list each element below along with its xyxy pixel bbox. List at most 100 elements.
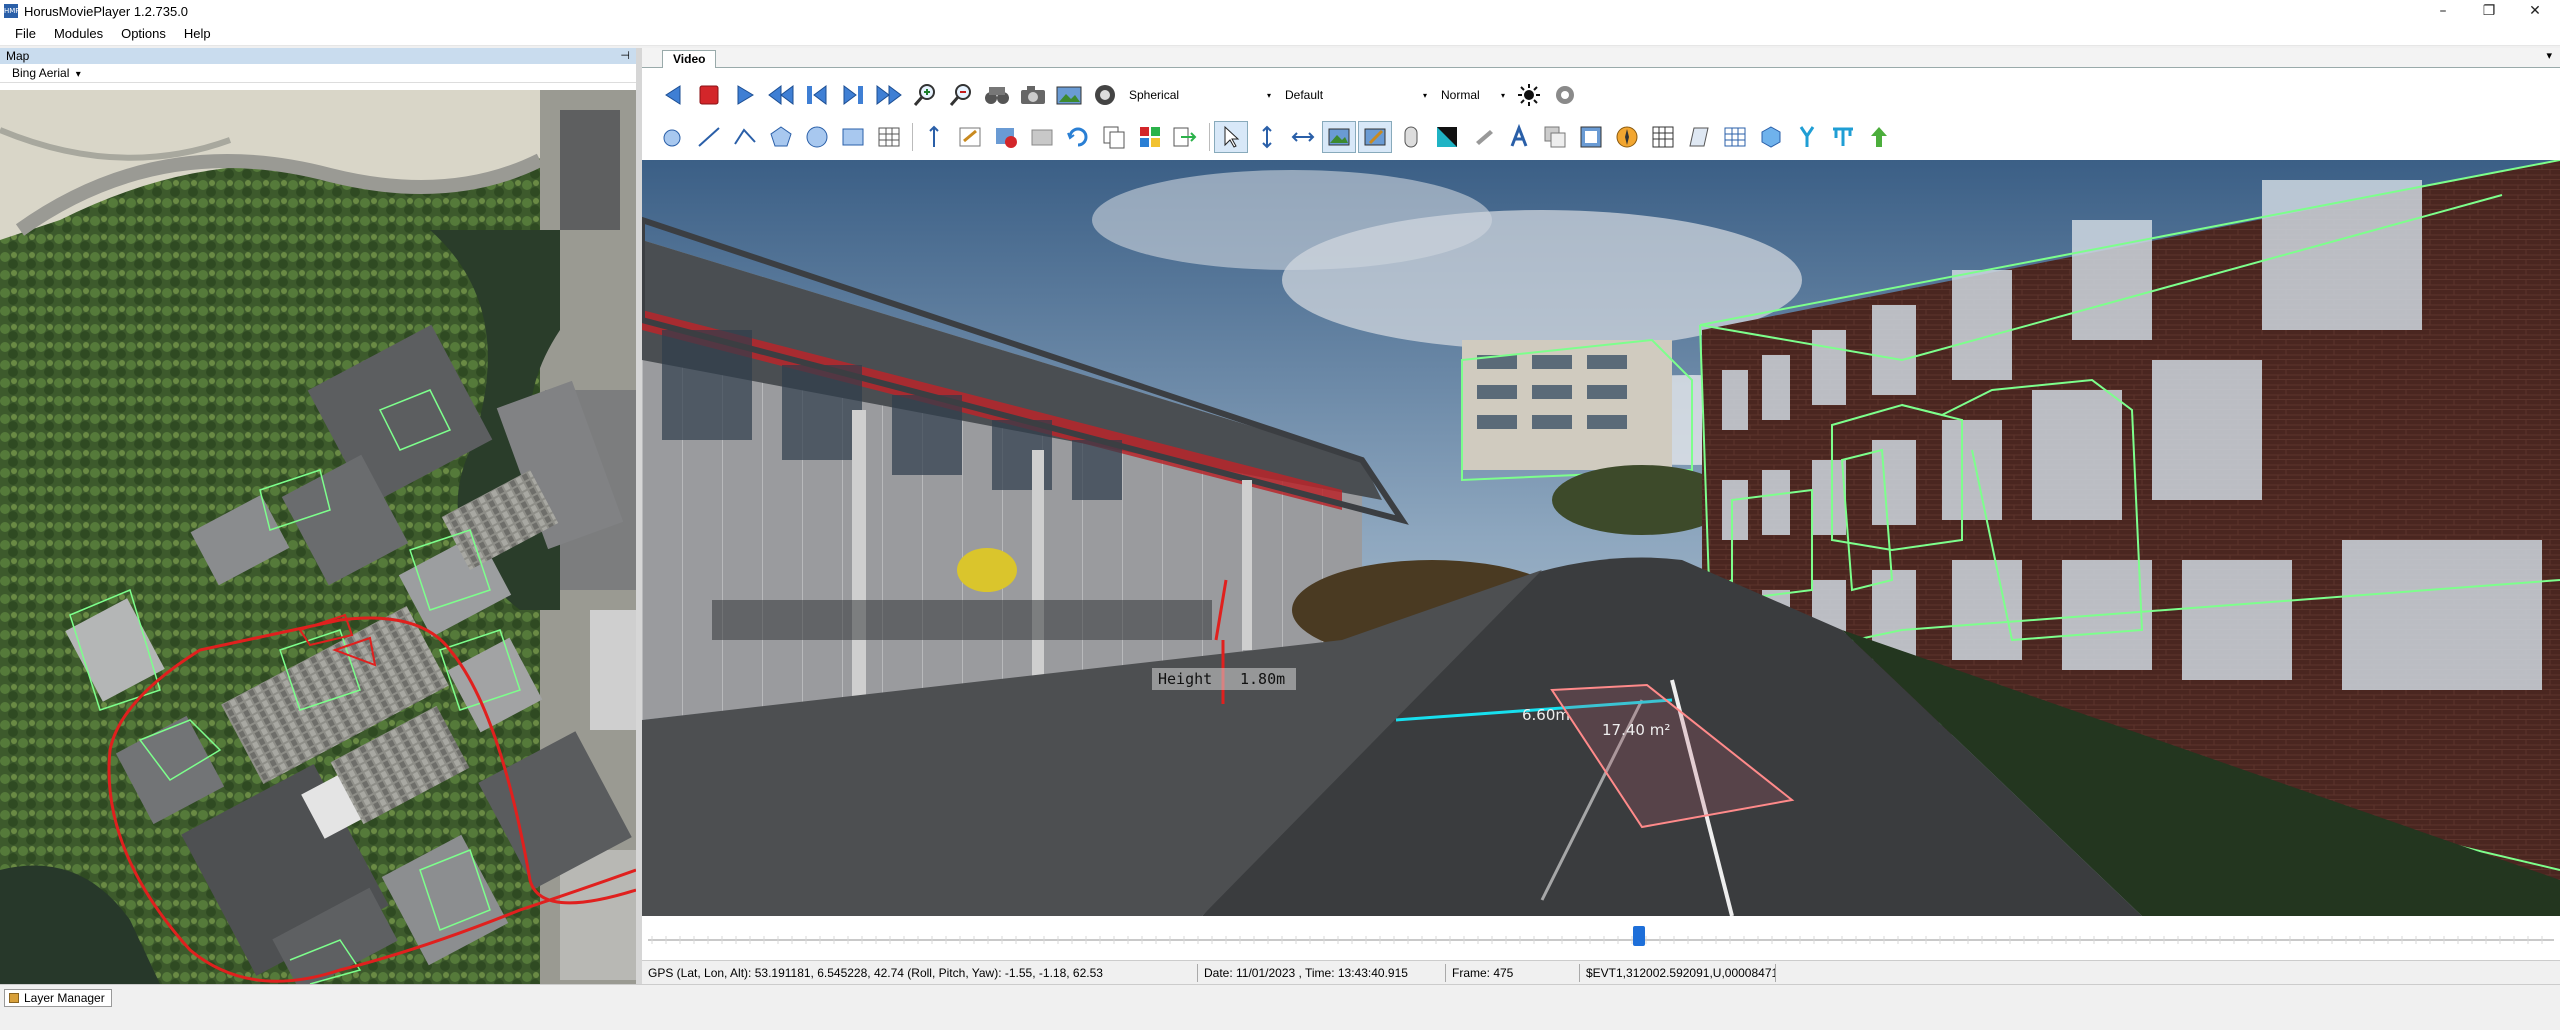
tab-video[interactable]: Video — [662, 50, 717, 68]
height-value: 1.80m — [1240, 670, 1285, 688]
menu-bar: File Modules Options Help — [0, 22, 2560, 46]
zoom-out-icon[interactable] — [944, 79, 978, 111]
edit-icon[interactable] — [953, 121, 987, 153]
polyline-tool-icon[interactable] — [728, 121, 762, 153]
compass-icon[interactable] — [1610, 121, 1644, 153]
stop-icon[interactable] — [692, 79, 726, 111]
maximize-button[interactable]: ❐ — [2466, 0, 2512, 22]
delete-icon[interactable] — [989, 121, 1023, 153]
toolbar-separator — [912, 123, 913, 151]
map-panel: Map ⊣ Bing Aerial ▾ — [0, 48, 636, 984]
map-layer-value: Bing Aerial — [12, 66, 70, 80]
projection-value: Spherical — [1129, 88, 1180, 102]
close-button[interactable]: ✕ — [2512, 0, 2558, 22]
datetime-status: Date: 11/01/2023 , Time: 13:43:40.915 — [1198, 963, 1446, 982]
nmea-status: $EVT1,312002.592091,U,00008471*2F — [1580, 963, 1776, 982]
measure-bars-icon[interactable] — [1826, 121, 1860, 153]
timeline-track[interactable] — [642, 916, 2560, 960]
copy-icon[interactable] — [1097, 121, 1131, 153]
grid-tool-icon[interactable] — [872, 121, 906, 153]
binoculars-icon[interactable] — [980, 79, 1014, 111]
zoom-in-icon[interactable] — [908, 79, 942, 111]
frame-icon[interactable] — [1574, 121, 1608, 153]
layer-manager-label: Layer Manager — [24, 991, 105, 1005]
text-icon[interactable] — [1502, 121, 1536, 153]
grid-overlay-icon[interactable] — [1646, 121, 1680, 153]
map-panel-title: Map — [6, 49, 30, 63]
reload-icon[interactable] — [1088, 79, 1122, 111]
mode-value: Normal — [1441, 88, 1480, 102]
step-forward-icon[interactable] — [836, 79, 870, 111]
menu-help[interactable]: Help — [175, 22, 220, 46]
screenshot-icon[interactable] — [1052, 79, 1086, 111]
menu-file[interactable]: File — [6, 22, 45, 46]
chevron-down-icon[interactable]: ▾ — [2546, 49, 2552, 62]
previous-icon[interactable] — [656, 79, 690, 111]
image-mode-icon[interactable] — [1322, 121, 1356, 153]
up-arrow-icon[interactable] — [1862, 121, 1896, 153]
cube-icon[interactable] — [1754, 121, 1788, 153]
table-icon[interactable] — [1718, 121, 1752, 153]
chevron-down-icon: ▾ — [75, 69, 81, 80]
select-shape-icon[interactable] — [656, 121, 690, 153]
aerial-map-image — [0, 90, 636, 984]
mouse-icon[interactable] — [1394, 121, 1428, 153]
panorama-frame: Height 1.80m 6.60m 17.40 m² — [642, 160, 2560, 916]
pointer-icon[interactable] — [1214, 121, 1248, 153]
rectangle-tool-icon[interactable] — [836, 121, 870, 153]
video-tabstrip: Video ▾ — [642, 48, 2560, 68]
gps-status: GPS (Lat, Lon, Alt): 53.191181, 6.545228… — [642, 963, 1198, 982]
plane-icon[interactable] — [1682, 121, 1716, 153]
measure-y-icon[interactable] — [1790, 121, 1824, 153]
map-panel-header: Map ⊣ — [0, 48, 636, 64]
height-arrow-icon[interactable] — [917, 121, 951, 153]
refresh-icon[interactable] — [1061, 121, 1095, 153]
eraser-icon[interactable] — [1025, 121, 1059, 153]
mode-select[interactable]: Normal ▾ — [1436, 84, 1510, 106]
layers-color-icon[interactable] — [1133, 121, 1167, 153]
pin-icon[interactable]: ⊣ — [620, 48, 630, 64]
timeline-ticks — [648, 936, 2554, 944]
camera-icon[interactable] — [1016, 79, 1050, 111]
minimize-button[interactable]: – — [2420, 0, 2466, 22]
profile-value: Default — [1285, 88, 1324, 102]
height-label: Height — [1158, 670, 1212, 688]
aerial-map[interactable] — [0, 90, 636, 984]
overlay-icon[interactable] — [1538, 121, 1572, 153]
layers-icon — [9, 993, 19, 1003]
video-panel: Video ▾ Spherical ▾ Default ▾ Normal ▾ H… — [642, 48, 2560, 984]
map-layer-select[interactable]: Bing Aerial ▾ — [0, 64, 636, 83]
line-tool-icon[interactable] — [692, 121, 726, 153]
horizontal-arrow-icon[interactable] — [1286, 121, 1320, 153]
last-frame-icon[interactable] — [872, 79, 906, 111]
profile-select[interactable]: Default ▾ — [1280, 84, 1432, 106]
bottom-dock: Layer Manager — [0, 984, 2560, 1030]
play-icon[interactable] — [728, 79, 762, 111]
export-icon[interactable] — [1169, 121, 1203, 153]
projection-select[interactable]: Spherical ▾ — [1124, 84, 1276, 106]
chevron-down-icon: ▾ — [1500, 90, 1505, 100]
status-bar: GPS (Lat, Lon, Alt): 53.191181, 6.545228… — [642, 960, 2560, 984]
chevron-down-icon: ▾ — [1266, 90, 1271, 100]
menu-modules[interactable]: Modules — [45, 22, 112, 46]
first-frame-icon[interactable] — [764, 79, 798, 111]
stamp-icon[interactable] — [1466, 121, 1500, 153]
toolbar-separator — [1209, 123, 1210, 151]
annotate-icon[interactable] — [1358, 121, 1392, 153]
timeline-thumb[interactable] — [1633, 926, 1646, 946]
window-title: HorusMoviePlayer 1.2.735.0 — [24, 3, 189, 19]
app-icon: HMP — [4, 4, 20, 18]
area-label: 17.40 m² — [1602, 721, 1670, 739]
distance-label: 6.60m — [1522, 706, 1570, 724]
panorama-video-view[interactable]: Height 1.80m 6.60m 17.40 m² — [642, 160, 2560, 916]
brightness-icon[interactable] — [1514, 79, 1548, 111]
contrast-icon[interactable] — [1430, 121, 1464, 153]
polygon-tool-icon[interactable] — [764, 121, 798, 153]
vertical-arrow-icon[interactable] — [1250, 121, 1284, 153]
layer-manager-tab[interactable]: Layer Manager — [4, 989, 112, 1007]
settings-gear-icon[interactable] — [1550, 79, 1584, 111]
circle-tool-icon[interactable] — [800, 121, 834, 153]
title-bar: HMP HorusMoviePlayer 1.2.735.0 – ❐ ✕ — [0, 0, 2560, 22]
step-back-icon[interactable] — [800, 79, 834, 111]
menu-options[interactable]: Options — [112, 22, 175, 46]
